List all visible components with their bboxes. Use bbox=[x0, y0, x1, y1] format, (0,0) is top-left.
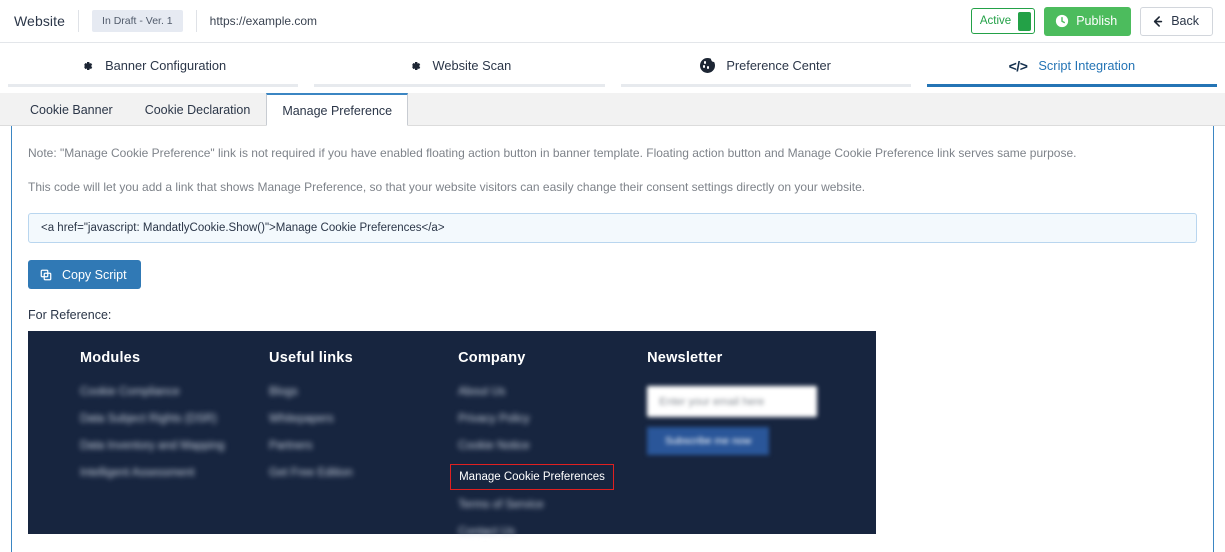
cookie-icon bbox=[700, 56, 718, 73]
site-url: https://example.com bbox=[209, 14, 318, 28]
page-title: Website bbox=[14, 13, 66, 29]
footer-link[interactable]: Cookie Notice bbox=[458, 440, 647, 452]
footer-link[interactable]: Privacy Policy bbox=[458, 413, 647, 425]
subtab-cookie-banner[interactable]: Cookie Banner bbox=[14, 93, 129, 125]
subtab-cookie-declaration[interactable]: Cookie Declaration bbox=[129, 93, 267, 125]
footer-link[interactable]: Data Inventory and Mapping bbox=[80, 440, 269, 452]
copy-script-label: Copy Script bbox=[62, 267, 127, 282]
footer-link[interactable]: About Us bbox=[458, 386, 647, 398]
footer-column-modules: Modules Cookie Compliance Data Subject R… bbox=[80, 350, 269, 534]
for-reference-label: For Reference: bbox=[28, 308, 112, 323]
tab-label: Banner Configuration bbox=[105, 58, 227, 73]
tab-banner-configuration[interactable]: Banner Configuration bbox=[8, 47, 299, 87]
publish-circle-icon bbox=[1055, 14, 1069, 28]
footer-link[interactable]: Data Subject Rights (DSR) bbox=[80, 413, 269, 425]
footer-column-company: Company About Us Privacy Policy Cookie N… bbox=[450, 350, 647, 538]
footer-link[interactable]: Terms of Service bbox=[458, 499, 647, 511]
script-code-text: <a href="javascript: MandatlyCookie.Show… bbox=[41, 222, 445, 235]
footer-link[interactable]: Get Free Edition bbox=[269, 467, 458, 479]
publish-button-label: Publish bbox=[1076, 14, 1118, 28]
top-bar-actions: Active Publish Back bbox=[970, 6, 1213, 36]
footer-heading: Company bbox=[458, 350, 526, 367]
gear-icon bbox=[80, 59, 94, 73]
note-text-1: Note: "Manage Cookie Preference" link is… bbox=[28, 146, 1077, 160]
manage-preference-panel: Note: "Manage Cookie Preference" link is… bbox=[11, 126, 1214, 552]
tab-website-scan[interactable]: Website Scan bbox=[314, 47, 605, 87]
footer-heading: Newsletter bbox=[647, 350, 723, 367]
back-button-label: Back bbox=[1171, 14, 1199, 28]
publish-button[interactable]: Publish bbox=[1044, 6, 1132, 36]
toggle-knob-icon bbox=[1018, 11, 1032, 31]
newsletter-subscribe-button[interactable]: Subscribe me now bbox=[647, 427, 770, 456]
divider-1 bbox=[78, 10, 80, 32]
subtab-manage-preference[interactable]: Manage Preference bbox=[266, 93, 409, 126]
code-brackets-icon: </> bbox=[1008, 57, 1028, 74]
manage-cookie-preferences-link[interactable]: Manage Cookie Preferences bbox=[450, 464, 614, 491]
back-button[interactable]: Back bbox=[1140, 6, 1213, 36]
copy-script-button[interactable]: Copy Script bbox=[28, 260, 141, 290]
tab-label: Preference Center bbox=[726, 58, 831, 73]
script-code-field[interactable]: <a href="javascript: MandatlyCookie.Show… bbox=[28, 213, 1197, 244]
top-bar: Website In Draft - Ver. 1 https://exampl… bbox=[0, 0, 1225, 43]
note-text-2: This code will let you add a link that s… bbox=[28, 179, 866, 194]
tab-label: Script Integration bbox=[1038, 58, 1136, 73]
arrow-left-icon bbox=[1151, 15, 1164, 28]
footer-heading: Modules bbox=[80, 350, 141, 367]
active-toggle-label: Active bbox=[979, 15, 1012, 27]
footer-link[interactable]: Contact Us bbox=[458, 526, 647, 538]
footer-link[interactable]: Partners bbox=[269, 440, 458, 452]
footer-link[interactable]: Blogs bbox=[269, 386, 458, 398]
gear-icon bbox=[408, 59, 422, 73]
newsletter-email-input[interactable]: Enter your email here bbox=[647, 386, 818, 418]
active-status-toggle[interactable]: Active bbox=[970, 8, 1036, 34]
footer-link[interactable]: Cookie Compliance bbox=[80, 386, 269, 398]
footer-link[interactable]: Whitepapers bbox=[269, 413, 458, 425]
tab-script-integration[interactable]: </> Script Integration bbox=[926, 47, 1217, 87]
tab-preference-center[interactable]: Preference Center bbox=[620, 47, 911, 87]
footer-link[interactable]: Intelligent Assessment bbox=[80, 467, 269, 479]
footer-column-newsletter: Newsletter Enter your email here Subscri… bbox=[647, 350, 876, 534]
sub-tab-bar: Cookie Banner Cookie Declaration Manage … bbox=[0, 93, 1225, 126]
main-tab-bar: Banner Configuration Website Scan Prefer… bbox=[0, 43, 1225, 87]
footer-heading: Useful links bbox=[269, 350, 353, 367]
footer-column-useful-links: Useful links Blogs Whitepapers Partners … bbox=[269, 350, 458, 534]
tab-label: Website Scan bbox=[432, 58, 512, 73]
status-badge: In Draft - Ver. 1 bbox=[92, 10, 183, 32]
copy-icon bbox=[39, 268, 53, 282]
divider-2 bbox=[195, 10, 197, 32]
footer-reference-image: Modules Cookie Compliance Data Subject R… bbox=[28, 331, 876, 538]
